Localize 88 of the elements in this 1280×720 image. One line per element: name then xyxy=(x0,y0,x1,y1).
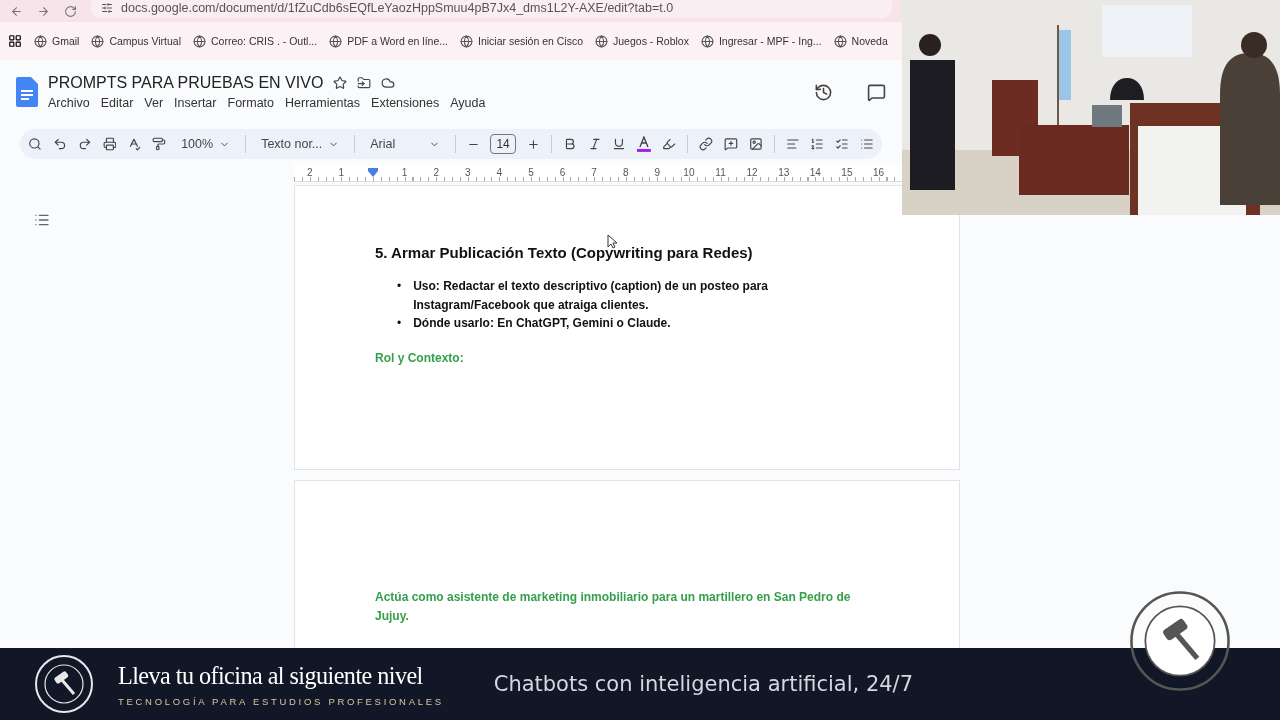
ruler-number: 11 xyxy=(714,167,727,178)
bookmark-link[interactable]: Noveda xyxy=(833,34,888,48)
bookmark-link[interactable]: Iniciar sesión en Cisco xyxy=(460,34,584,48)
section-label: Rol y Contexto: xyxy=(375,349,465,367)
ruler-number: 10 xyxy=(682,167,696,178)
menu-item[interactable]: Ayuda xyxy=(450,96,486,110)
globe-icon xyxy=(460,34,473,48)
ruler-number: 16 xyxy=(871,167,886,178)
print-icon[interactable] xyxy=(102,137,117,151)
ruler-number: 13 xyxy=(777,167,791,178)
bullet-marker: • xyxy=(397,315,402,332)
indent-marker-icon[interactable] xyxy=(368,168,378,177)
spellcheck-icon[interactable] xyxy=(127,137,142,151)
cloud-icon[interactable] xyxy=(381,76,396,90)
folder-icon[interactable] xyxy=(357,76,372,90)
apps-icon[interactable] xyxy=(8,34,22,48)
italic-icon[interactable] xyxy=(587,137,602,151)
font-dropdown[interactable]: Arial xyxy=(366,137,444,151)
banner-title: Lleva tu oficina al siguiente nivel xyxy=(118,661,423,691)
globe-icon xyxy=(833,34,847,48)
increase-size-icon[interactable] xyxy=(526,137,540,151)
menu-item[interactable]: Insertar xyxy=(174,96,217,110)
globe-icon xyxy=(193,34,206,48)
ruler-number: 8 xyxy=(621,167,630,178)
mouse-pointer-icon xyxy=(607,234,617,249)
ruler-number: 12 xyxy=(745,167,759,178)
globe-icon xyxy=(595,34,609,48)
seal-emblem-icon xyxy=(1128,588,1232,694)
globe-icon xyxy=(700,34,714,48)
undo-icon[interactable] xyxy=(52,137,67,151)
address-bar[interactable]: docs.google.com/document/d/1fZuCdb6sEQfLeYaozHppSmuu4pB7Jx4_dms1L2Y-AXE/edit?tab=t.0 xyxy=(91,0,892,18)
ruler-number: 6 xyxy=(558,167,567,178)
menu-item[interactable]: Archivo xyxy=(48,96,90,110)
bullet-marker: • xyxy=(397,278,402,295)
comment-icon[interactable] xyxy=(867,82,886,102)
ruler-number: 1 xyxy=(400,167,409,178)
globe-icon xyxy=(91,34,105,48)
outline-icon[interactable] xyxy=(34,212,50,228)
add-comment-icon[interactable] xyxy=(723,137,738,151)
search-icon[interactable] xyxy=(28,137,42,151)
image-icon[interactable] xyxy=(748,137,763,151)
reload-icon[interactable] xyxy=(64,4,77,18)
ruler-number: 14 xyxy=(808,167,822,178)
checklist-icon[interactable] xyxy=(835,137,850,151)
bookmark-link[interactable]: PDF a Word en líne... xyxy=(329,34,448,48)
ruler-number: 2 xyxy=(306,167,314,178)
bookmark-link[interactable]: Campus Virtual xyxy=(91,34,181,48)
bookmark-link[interactable]: Ingresar - MPF - Ing... xyxy=(700,34,822,48)
ruler-number: 15 xyxy=(840,167,854,178)
history-icon[interactable] xyxy=(814,82,833,102)
font-size-field[interactable]: 14 xyxy=(490,134,516,154)
ruler-number: 2 xyxy=(432,167,440,178)
menu-item[interactable]: Extensiones xyxy=(371,96,440,110)
ruler-number: 7 xyxy=(590,167,598,178)
menu-item[interactable]: Herramientas xyxy=(285,96,361,110)
bookmark-link[interactable]: Correo: CRIS . - Outl... xyxy=(193,34,318,48)
text-color-icon[interactable] xyxy=(637,136,652,152)
bullet-item: Uso: Redactar el texto descriptivo (caption) de un posteo para Instagram/Facebook que atraiga clientes. xyxy=(413,278,769,314)
ruler-number: 4 xyxy=(495,167,504,178)
ruler-number: 1 xyxy=(337,167,346,178)
link-icon[interactable] xyxy=(698,137,713,151)
banner-tagline: Chatbots con inteligencia artificial, 24/7 xyxy=(493,672,914,696)
docs-logo-icon[interactable] xyxy=(16,77,38,107)
globe-icon xyxy=(34,34,47,48)
highlighter-icon[interactable] xyxy=(662,137,676,151)
menu-item[interactable]: Editar xyxy=(100,96,134,110)
emblem-icon xyxy=(34,654,94,714)
star-icon[interactable] xyxy=(333,76,348,90)
banner-subtitle: TECNOLOGÍA PARA ESTUDIOS PROFESIONALES xyxy=(118,696,445,707)
zoom-dropdown[interactable]: 100% xyxy=(177,137,235,151)
back-icon[interactable] xyxy=(10,4,23,18)
section-heading: 5. Armar Publicación Texto (Copywriting para Redes) xyxy=(375,244,754,261)
forward-icon[interactable] xyxy=(37,4,50,18)
ruler-number: 5 xyxy=(527,167,535,178)
ruler-number: 9 xyxy=(653,167,662,178)
ruler-number: 3 xyxy=(464,167,472,178)
paragraph: Actúa como asistente de marketing inmobiliario para un martillero en San Pedro de Jujuy. xyxy=(375,589,852,625)
menu-item[interactable]: Ver xyxy=(144,96,164,110)
globe-icon xyxy=(329,34,343,48)
paint-format-icon[interactable] xyxy=(152,137,167,151)
bookmark-link[interactable]: Juegos - Roblox xyxy=(595,34,689,48)
bookmark-link[interactable]: Gmail xyxy=(34,34,80,48)
menu-item[interactable]: Formato xyxy=(227,96,275,110)
underline-icon[interactable] xyxy=(612,137,627,151)
document-title[interactable]: PROMPTS PARA PRUEBAS EN VIVO xyxy=(48,74,324,92)
redo-icon[interactable] xyxy=(77,137,92,151)
bullet-item: Dónde usarlo: En ChatGPT, Gemini o Claude. xyxy=(413,315,671,332)
style-dropdown[interactable]: Texto nor... xyxy=(257,137,344,151)
